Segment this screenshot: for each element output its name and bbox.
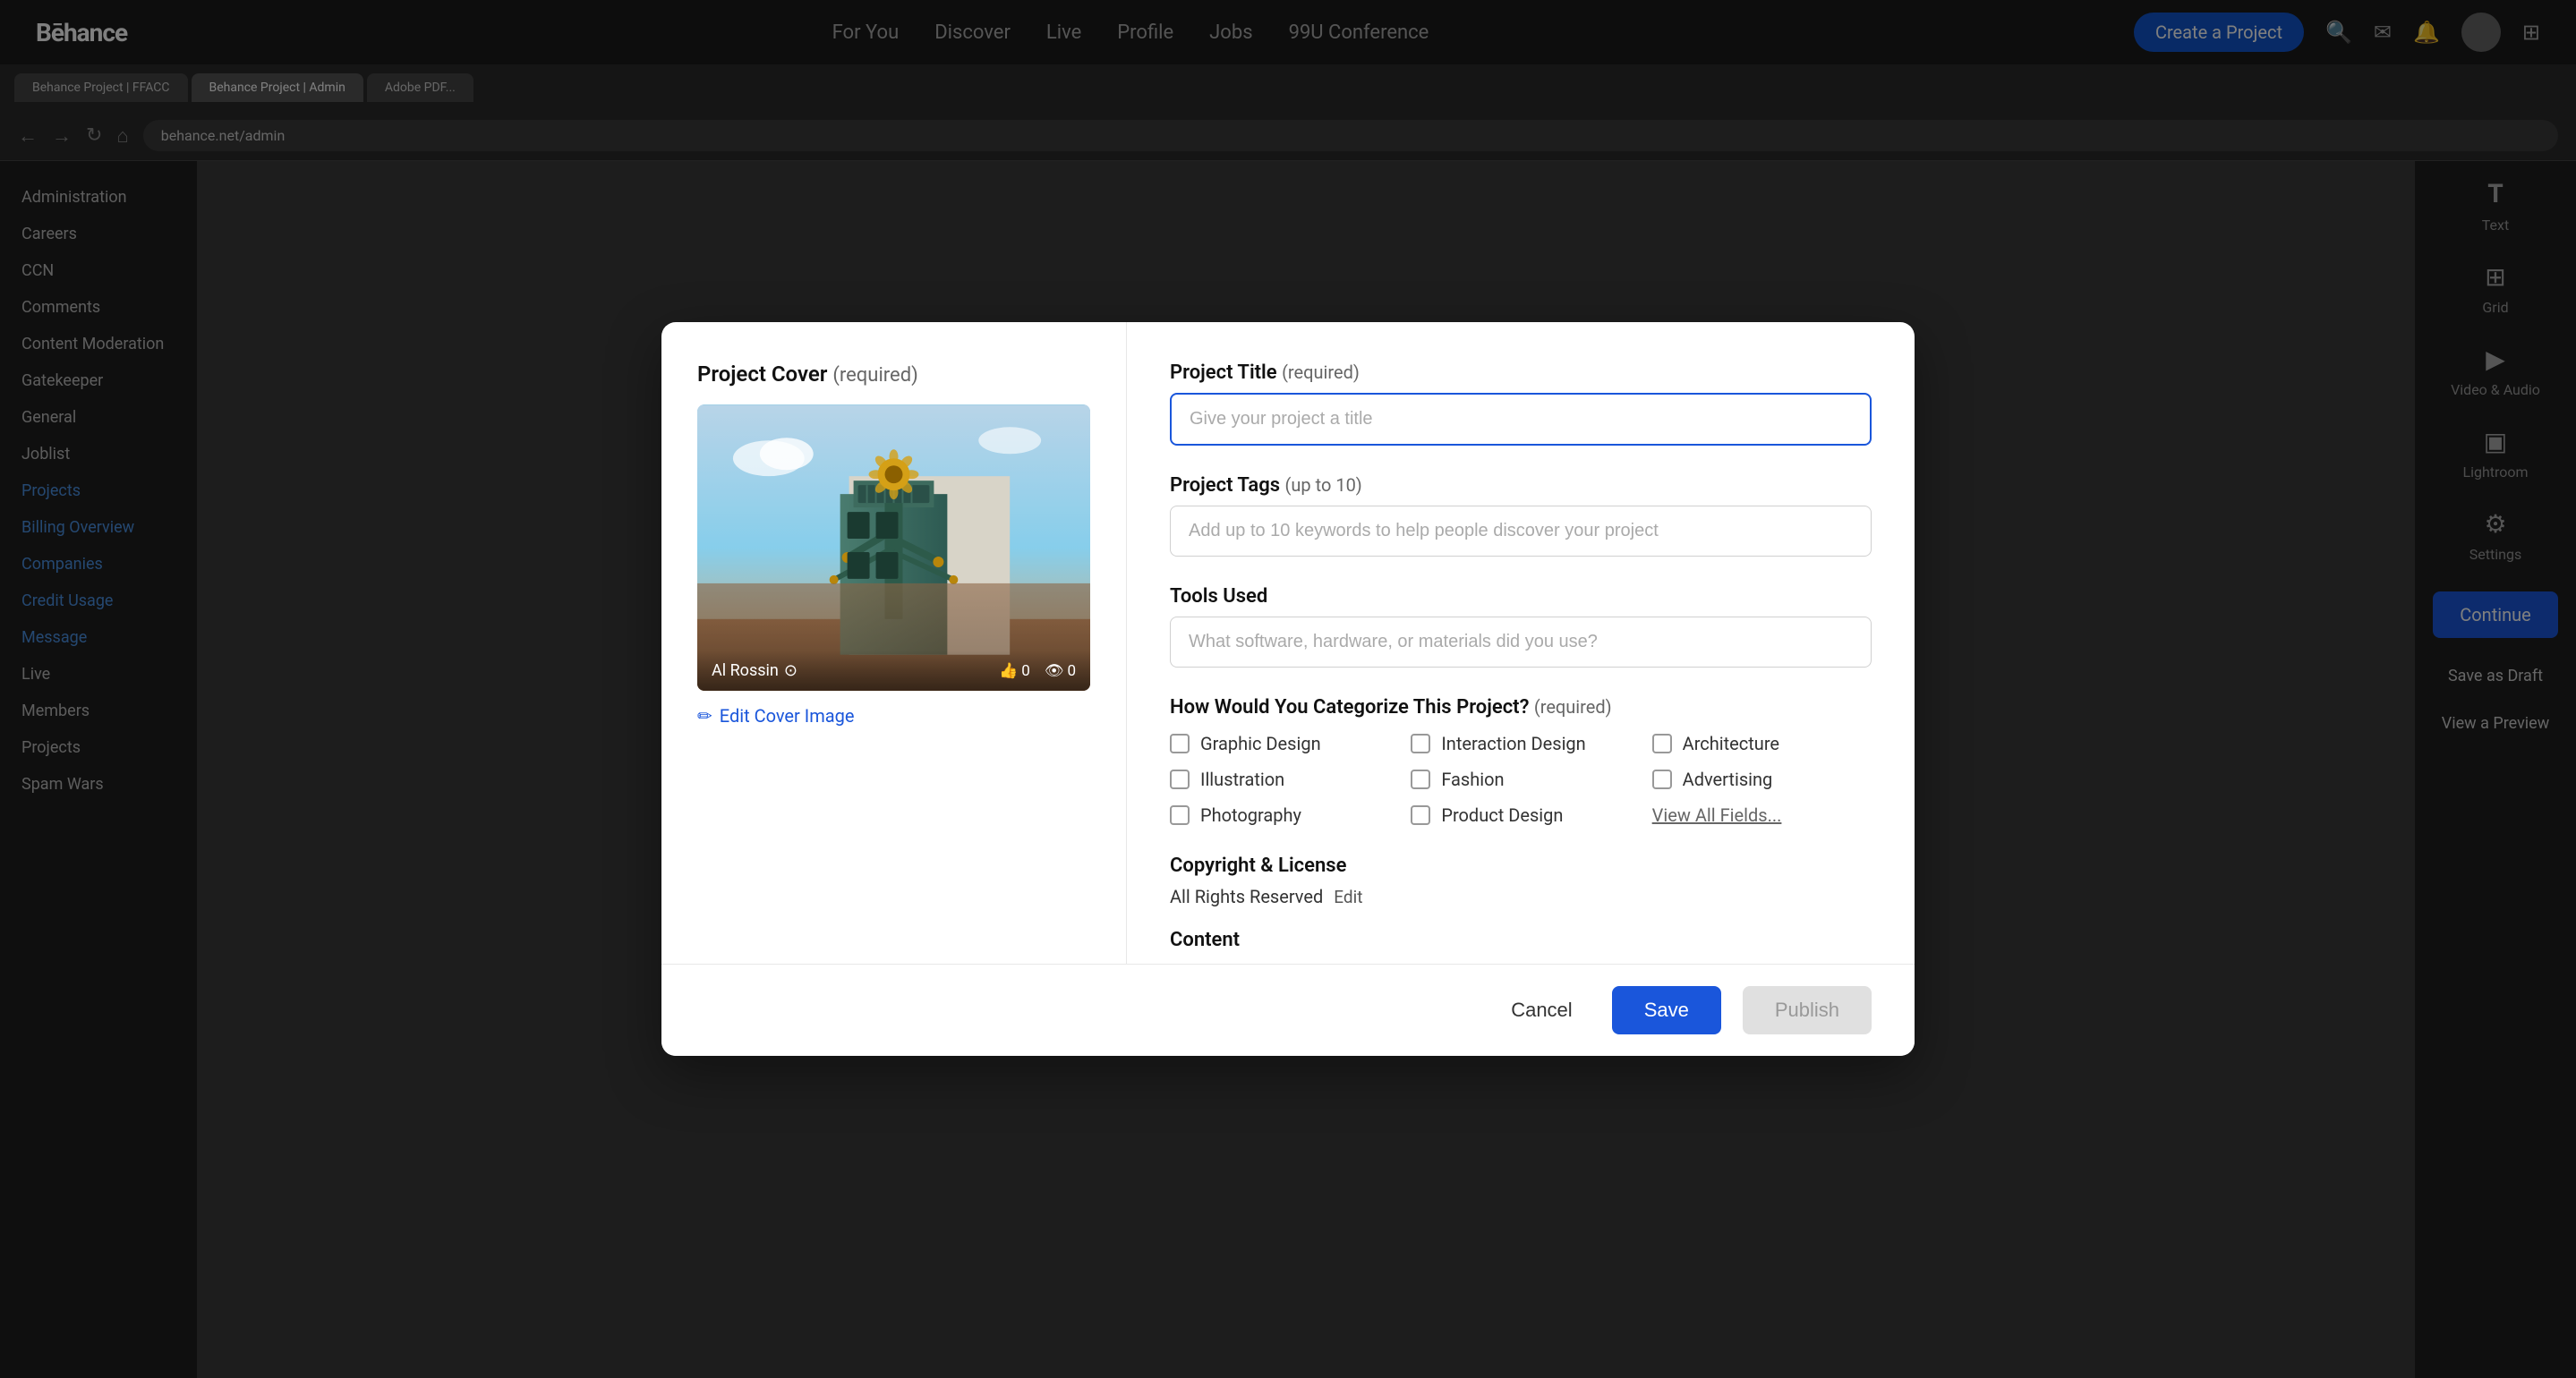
save-button[interactable]: Save xyxy=(1612,986,1721,1034)
checkbox-product-design[interactable] xyxy=(1411,805,1430,825)
category-fashion[interactable]: Fashion xyxy=(1411,769,1630,790)
copyright-label: Copyright & License xyxy=(1170,855,1872,877)
project-title-required: (required) xyxy=(1282,362,1360,383)
tools-used-input[interactable] xyxy=(1170,617,1872,668)
checkbox-advertising[interactable] xyxy=(1652,770,1672,789)
project-tags-input[interactable] xyxy=(1170,506,1872,557)
category-section: How Would You Categorize This Project? (… xyxy=(1170,696,1872,826)
category-advertising[interactable]: Advertising xyxy=(1652,769,1872,790)
tools-used-label: Tools Used xyxy=(1170,585,1872,608)
category-label-illustration: Illustration xyxy=(1200,769,1284,790)
category-illustration[interactable]: Illustration xyxy=(1170,769,1389,790)
category-required: (required) xyxy=(1534,696,1612,718)
cover-image-container: Al Rossin ⊙ 👍 0 👁 0 xyxy=(697,404,1090,691)
project-title-label: Project Title (required) xyxy=(1170,362,1872,384)
checkbox-fashion[interactable] xyxy=(1411,770,1430,789)
category-label-product-design: Product Design xyxy=(1441,804,1563,826)
category-label-fashion: Fashion xyxy=(1441,769,1504,790)
cover-stats: 👍 0 👁 0 xyxy=(999,662,1076,680)
category-product-design[interactable]: Product Design xyxy=(1411,804,1630,826)
likes-icon: 👍 xyxy=(999,662,1018,680)
likes-stat: 👍 0 xyxy=(999,662,1030,680)
views-icon: 👁 xyxy=(1045,662,1064,680)
project-tags-group: Project Tags (up to 10) xyxy=(1170,474,1872,557)
category-interaction-design[interactable]: Interaction Design xyxy=(1411,733,1630,754)
modal-overlay: Project Cover (required) xyxy=(0,0,2576,1378)
category-label-graphic-design: Graphic Design xyxy=(1200,733,1321,754)
cancel-button[interactable]: Cancel xyxy=(1493,988,1590,1033)
checkbox-illustration[interactable] xyxy=(1170,770,1190,789)
checkbox-photography[interactable] xyxy=(1170,805,1190,825)
category-label-interaction-design: Interaction Design xyxy=(1441,733,1585,754)
author-name: Al Rossin xyxy=(712,661,779,680)
cover-required-label: (required) xyxy=(832,364,917,387)
publish-button[interactable]: Publish xyxy=(1743,986,1872,1034)
cover-author: Al Rossin ⊙ xyxy=(712,661,798,680)
category-architecture[interactable]: Architecture xyxy=(1652,733,1872,754)
cover-section-title: Project Cover (required) xyxy=(697,362,1090,387)
modal-body: Project Cover (required) xyxy=(661,322,1915,964)
view-all-fields[interactable]: View All Fields... xyxy=(1652,804,1872,826)
checkbox-architecture[interactable] xyxy=(1652,734,1672,753)
content-section: Content xyxy=(1170,929,1872,951)
category-grid: Graphic Design Interaction Design Archit… xyxy=(1170,733,1872,826)
modal-cover-section: Project Cover (required) xyxy=(661,322,1127,964)
views-count: 0 xyxy=(1067,662,1076,680)
cover-art-svg xyxy=(697,404,1090,691)
modal-footer: Cancel Save Publish xyxy=(661,964,1915,1056)
tools-used-group: Tools Used xyxy=(1170,585,1872,668)
modal-form-section: Project Title (required) Project Tags (u… xyxy=(1127,322,1915,964)
copyright-section: Copyright & License All Rights Reserved … xyxy=(1170,855,1872,907)
category-label-advertising: Advertising xyxy=(1683,769,1773,790)
category-title: How Would You Categorize This Project? (… xyxy=(1170,696,1872,719)
cover-overlay: Al Rossin ⊙ 👍 0 👁 0 xyxy=(697,651,1090,691)
category-graphic-design[interactable]: Graphic Design xyxy=(1170,733,1389,754)
copyright-edit-button[interactable]: Edit xyxy=(1334,887,1362,907)
project-title-input[interactable] xyxy=(1170,393,1872,446)
category-label-architecture: Architecture xyxy=(1683,733,1779,754)
verified-icon: ⊙ xyxy=(784,661,798,680)
copyright-row: All Rights Reserved Edit xyxy=(1170,886,1872,907)
category-label-photography: Photography xyxy=(1200,804,1301,826)
checkbox-interaction-design[interactable] xyxy=(1411,734,1430,753)
pencil-icon: ✏ xyxy=(697,705,712,727)
edit-cover-button[interactable]: ✏ Edit Cover Image xyxy=(697,705,1090,727)
project-modal: Project Cover (required) xyxy=(661,322,1915,1056)
category-photography[interactable]: Photography xyxy=(1170,804,1389,826)
copyright-value: All Rights Reserved xyxy=(1170,886,1323,907)
project-title-group: Project Title (required) xyxy=(1170,362,1872,446)
checkbox-graphic-design[interactable] xyxy=(1170,734,1190,753)
project-tags-label: Project Tags (up to 10) xyxy=(1170,474,1872,497)
views-stat: 👁 0 xyxy=(1045,662,1076,680)
project-tags-sublabel: (up to 10) xyxy=(1285,474,1362,496)
content-label: Content xyxy=(1170,929,1872,951)
likes-count: 0 xyxy=(1021,662,1030,680)
view-all-link[interactable]: View All Fields... xyxy=(1652,804,1782,826)
